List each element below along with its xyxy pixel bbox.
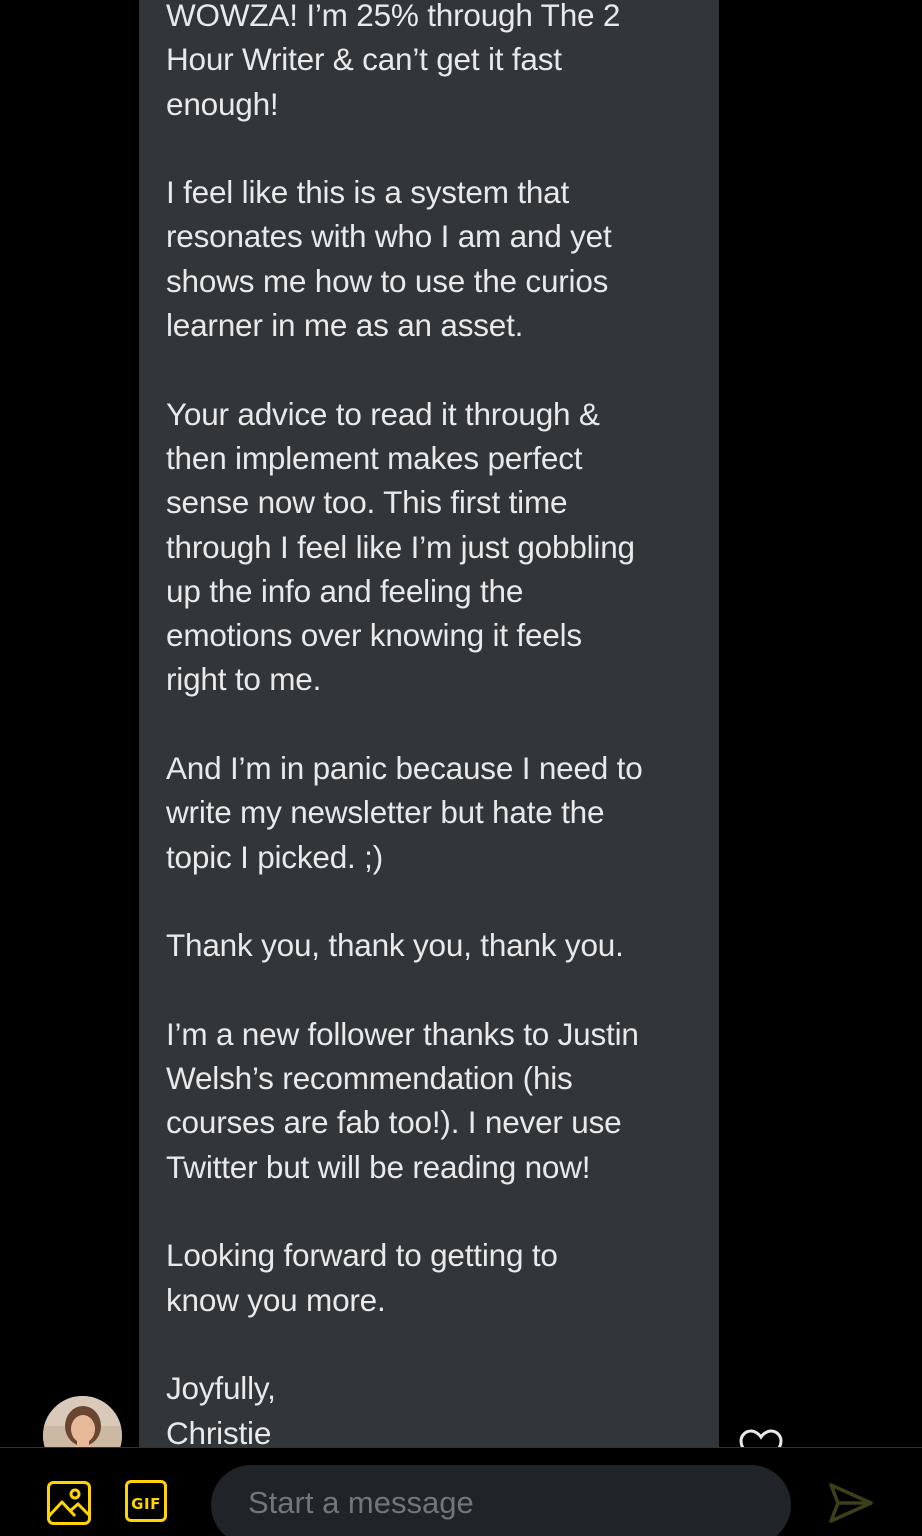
message-paragraph: Thank you, thank you, thank you.	[166, 927, 624, 964]
message-paragraph: Looking forward to getting to know you m…	[166, 1237, 558, 1318]
gif-icon: GIF	[125, 1480, 167, 1522]
send-button[interactable]	[826, 1478, 876, 1528]
dm-conversation-screen: WOWZA! I’m 25% through The 2 Hour Writer…	[0, 0, 922, 1536]
add-media-button[interactable]	[46, 1480, 92, 1526]
message-paragraph: WOWZA! I’m 25% through The 2 Hour Writer…	[166, 0, 621, 122]
send-icon	[829, 1483, 873, 1523]
message-text: WOWZA! I’m 25% through The 2 Hour Writer…	[166, 0, 706, 1447]
gif-button[interactable]: GIF	[125, 1480, 171, 1526]
message-thread[interactable]: WOWZA! I’m 25% through The 2 Hour Writer…	[0, 0, 922, 1447]
message-paragraph: And I’m in panic because I need to write…	[166, 750, 643, 875]
react-heart-button[interactable]	[738, 1428, 784, 1447]
sender-avatar[interactable]	[43, 1396, 122, 1447]
image-icon	[47, 1481, 91, 1525]
message-paragraph: Your advice to read it through & then im…	[166, 395, 635, 698]
avatar-photo	[43, 1396, 122, 1447]
message-input[interactable]	[248, 1465, 768, 1536]
message-paragraph: I feel like this is a system that resona…	[166, 174, 612, 344]
message-paragraph: I’m a new follower thanks to Justin Wels…	[166, 1015, 639, 1185]
message-input-wrapper[interactable]	[211, 1465, 791, 1536]
message-paragraph: Joyfully, Christie	[166, 1370, 276, 1447]
heart-icon	[739, 1429, 783, 1447]
